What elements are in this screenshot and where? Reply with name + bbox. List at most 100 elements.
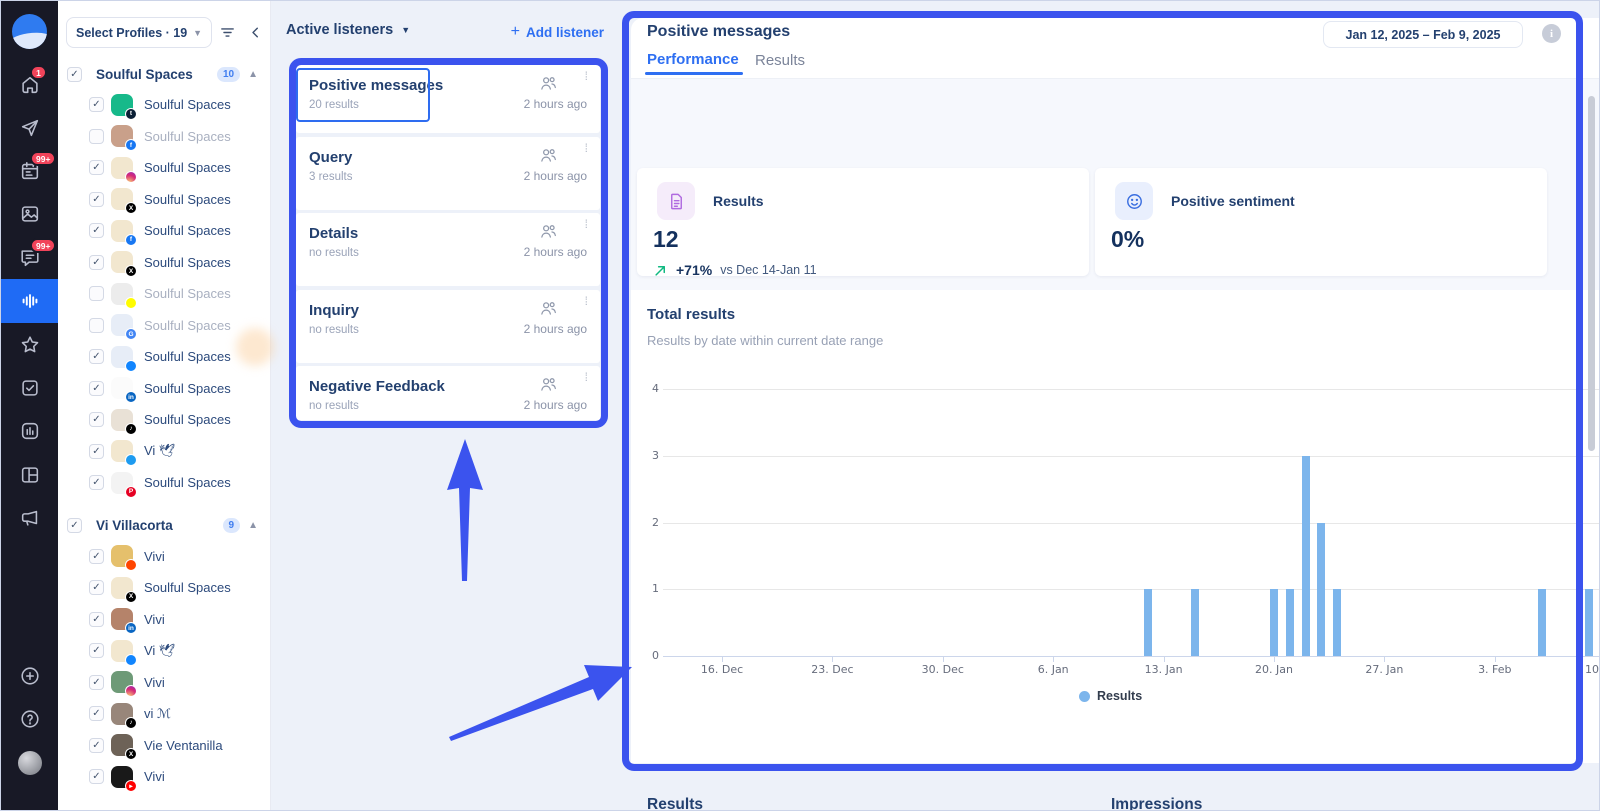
listener-results-count: 20 results	[309, 99, 359, 111]
profile-row[interactable]: ✓Vivi	[58, 541, 270, 573]
profile-group-header[interactable]: ✓Soulful Spaces10▲	[58, 59, 270, 89]
listener-card-positive-messages[interactable]: Positive messages20 results⁞2 hours ago	[296, 65, 600, 133]
page-scrollbar[interactable]	[1588, 96, 1595, 451]
profile-checkbox[interactable]: ✓	[89, 769, 104, 784]
profile-checkbox[interactable]: ✓	[89, 549, 104, 564]
profile-checkbox[interactable]: ✓	[89, 255, 104, 270]
profile-row[interactable]: ✓PSoulful Spaces	[58, 467, 270, 499]
profile-row[interactable]: fSoulful Spaces	[58, 121, 270, 153]
profile-row[interactable]: Soulful Spaces	[58, 278, 270, 310]
legend-label: Results	[1097, 689, 1142, 703]
sidebar-item-help[interactable]	[1, 697, 58, 741]
listener-card-query[interactable]: Query3 results⁞2 hours ago	[296, 137, 600, 210]
x-axis-label: 27. Jan	[1352, 663, 1416, 676]
x-axis-tick	[1384, 656, 1385, 662]
chart-legend[interactable]: Results	[1079, 689, 1142, 703]
profile-row[interactable]: ✓XSoulful Spaces	[58, 572, 270, 604]
sidebar-item-boards[interactable]	[1, 453, 58, 497]
select-profiles-dropdown[interactable]: Select Profiles · 19 ▼	[66, 17, 212, 48]
sidebar-item-favorites[interactable]	[1, 323, 58, 367]
profile-name: vi ℳ	[144, 706, 171, 722]
profile-row[interactable]: ✓Vi 🕊	[58, 436, 270, 468]
profile-row[interactable]: ✓Vi 🕊	[58, 635, 270, 667]
sidebar-item-tasks[interactable]	[1, 366, 58, 410]
tab-performance[interactable]: Performance	[647, 51, 739, 68]
profile-row[interactable]: ✓Vivi	[58, 667, 270, 699]
profile-row[interactable]: ✓♪Soulful Spaces	[58, 404, 270, 436]
tiktok-icon: ♪	[125, 423, 137, 435]
profile-checkbox[interactable]: ✓	[89, 349, 104, 364]
kebab-menu-icon[interactable]: ⁞	[585, 375, 588, 380]
profile-row[interactable]: ✓inVivi	[58, 604, 270, 636]
sidebar-item-media[interactable]	[1, 192, 58, 236]
group-checkbox[interactable]: ✓	[67, 518, 82, 533]
sidebar-item-messages[interactable]: 99+	[1, 236, 58, 280]
profiles-panel: Select Profiles · 19 ▼ ✓Soulful Spaces10…	[58, 1, 271, 811]
add-listener-button[interactable]: + Add listener	[511, 23, 604, 41]
results-section-heading: Results	[647, 796, 703, 811]
collapse-panel-icon[interactable]	[247, 24, 264, 46]
kebab-menu-icon[interactable]: ⁞	[585, 74, 588, 79]
kebab-menu-icon[interactable]: ⁞	[585, 299, 588, 304]
avatar: X	[111, 734, 133, 756]
vista-social-logo[interactable]	[12, 14, 47, 49]
profile-checkbox[interactable]	[89, 286, 104, 301]
listener-card-details[interactable]: Detailsno results⁞2 hours ago	[296, 213, 600, 286]
profile-checkbox[interactable]: ✓	[89, 223, 104, 238]
profile-row[interactable]: ✓fSoulful Spaces	[58, 215, 270, 247]
sidebar-item-send[interactable]	[1, 106, 58, 150]
profile-group-header[interactable]: ✓Vi Villacorta9▲	[58, 511, 270, 541]
sidebar-item-reports[interactable]	[1, 409, 58, 453]
listener-title: Positive messages	[309, 77, 443, 94]
app: 1 99+ 99+ Select Profiles · 19 ▼ ✓ Soulful …	[0, 0, 1600, 811]
listener-card-negative-feedback[interactable]: Negative Feedbackno results⁞2 hours ago	[296, 366, 600, 420]
profile-row[interactable]: ✓inSoulful Spaces	[58, 373, 270, 405]
sidebar-item-advocacy[interactable]	[1, 496, 58, 540]
profile-checkbox[interactable]: ✓	[89, 381, 104, 396]
sidebar-item-home[interactable]: 1	[1, 63, 58, 107]
profile-row[interactable]: ✓tSoulful Spaces	[58, 89, 270, 121]
profile-row[interactable]: ✓▸Vivi	[58, 761, 270, 793]
profile-checkbox[interactable]: ✓	[89, 475, 104, 490]
group-checkbox[interactable]: ✓	[67, 67, 82, 82]
profile-checkbox[interactable]	[89, 318, 104, 333]
profile-checkbox[interactable]: ✓	[89, 97, 104, 112]
profile-name: Soulful Spaces	[144, 160, 231, 175]
active-listeners-label: Active listeners	[286, 22, 393, 38]
sidebar-item-user-avatar[interactable]	[1, 741, 58, 785]
profile-checkbox[interactable]: ✓	[89, 738, 104, 753]
profile-checkbox[interactable]: ✓	[89, 444, 104, 459]
profile-row[interactable]: ✓ Soulful Spaces	[58, 152, 270, 184]
profile-row[interactable]: ✓♪vi ℳ	[58, 698, 270, 730]
x-axis-label: 10. Feb	[1573, 663, 1600, 676]
kebab-menu-icon[interactable]: ⁞	[585, 146, 588, 151]
profile-checkbox[interactable]: ✓	[89, 192, 104, 207]
date-range-picker[interactable]: Jan 12, 2025 – Feb 9, 2025	[1323, 21, 1523, 48]
profile-row[interactable]: ✓XSoulful Spaces	[58, 184, 270, 216]
profile-row[interactable]: ✓XVie Ventanilla	[58, 730, 270, 762]
profile-checkbox[interactable]: ✓	[89, 412, 104, 427]
y-axis-label: 1	[637, 582, 659, 595]
profile-checkbox[interactable]: ✓	[89, 580, 104, 595]
info-icon[interactable]: i	[1542, 24, 1561, 43]
profile-checkbox[interactable]	[89, 129, 104, 144]
gridline	[663, 389, 1600, 390]
profile-row[interactable]: ✓XSoulful Spaces	[58, 247, 270, 279]
sidebar-item-calendar[interactable]: 99+	[1, 149, 58, 193]
people-icon	[539, 375, 558, 399]
tab-results[interactable]: Results	[755, 52, 805, 69]
sidebar-item-add[interactable]	[1, 654, 58, 698]
sidebar-item-listening[interactable]	[1, 279, 58, 323]
listener-card-inquiry[interactable]: Inquiryno results⁞2 hours ago	[296, 290, 600, 363]
profile-checkbox[interactable]: ✓	[89, 612, 104, 627]
filter-icon[interactable]	[219, 24, 236, 46]
profile-checkbox[interactable]: ✓	[89, 643, 104, 658]
group-name: Soulful Spaces	[96, 67, 217, 82]
profile-name: Soulful Spaces	[144, 255, 231, 270]
profile-checkbox[interactable]: ✓	[89, 706, 104, 721]
x-axis-label: 16. Dec	[690, 663, 754, 676]
kebab-menu-icon[interactable]: ⁞	[585, 222, 588, 227]
active-listeners-dropdown[interactable]: Active listeners ▼	[286, 22, 410, 38]
profile-checkbox[interactable]: ✓	[89, 675, 104, 690]
profile-checkbox[interactable]: ✓	[89, 160, 104, 175]
